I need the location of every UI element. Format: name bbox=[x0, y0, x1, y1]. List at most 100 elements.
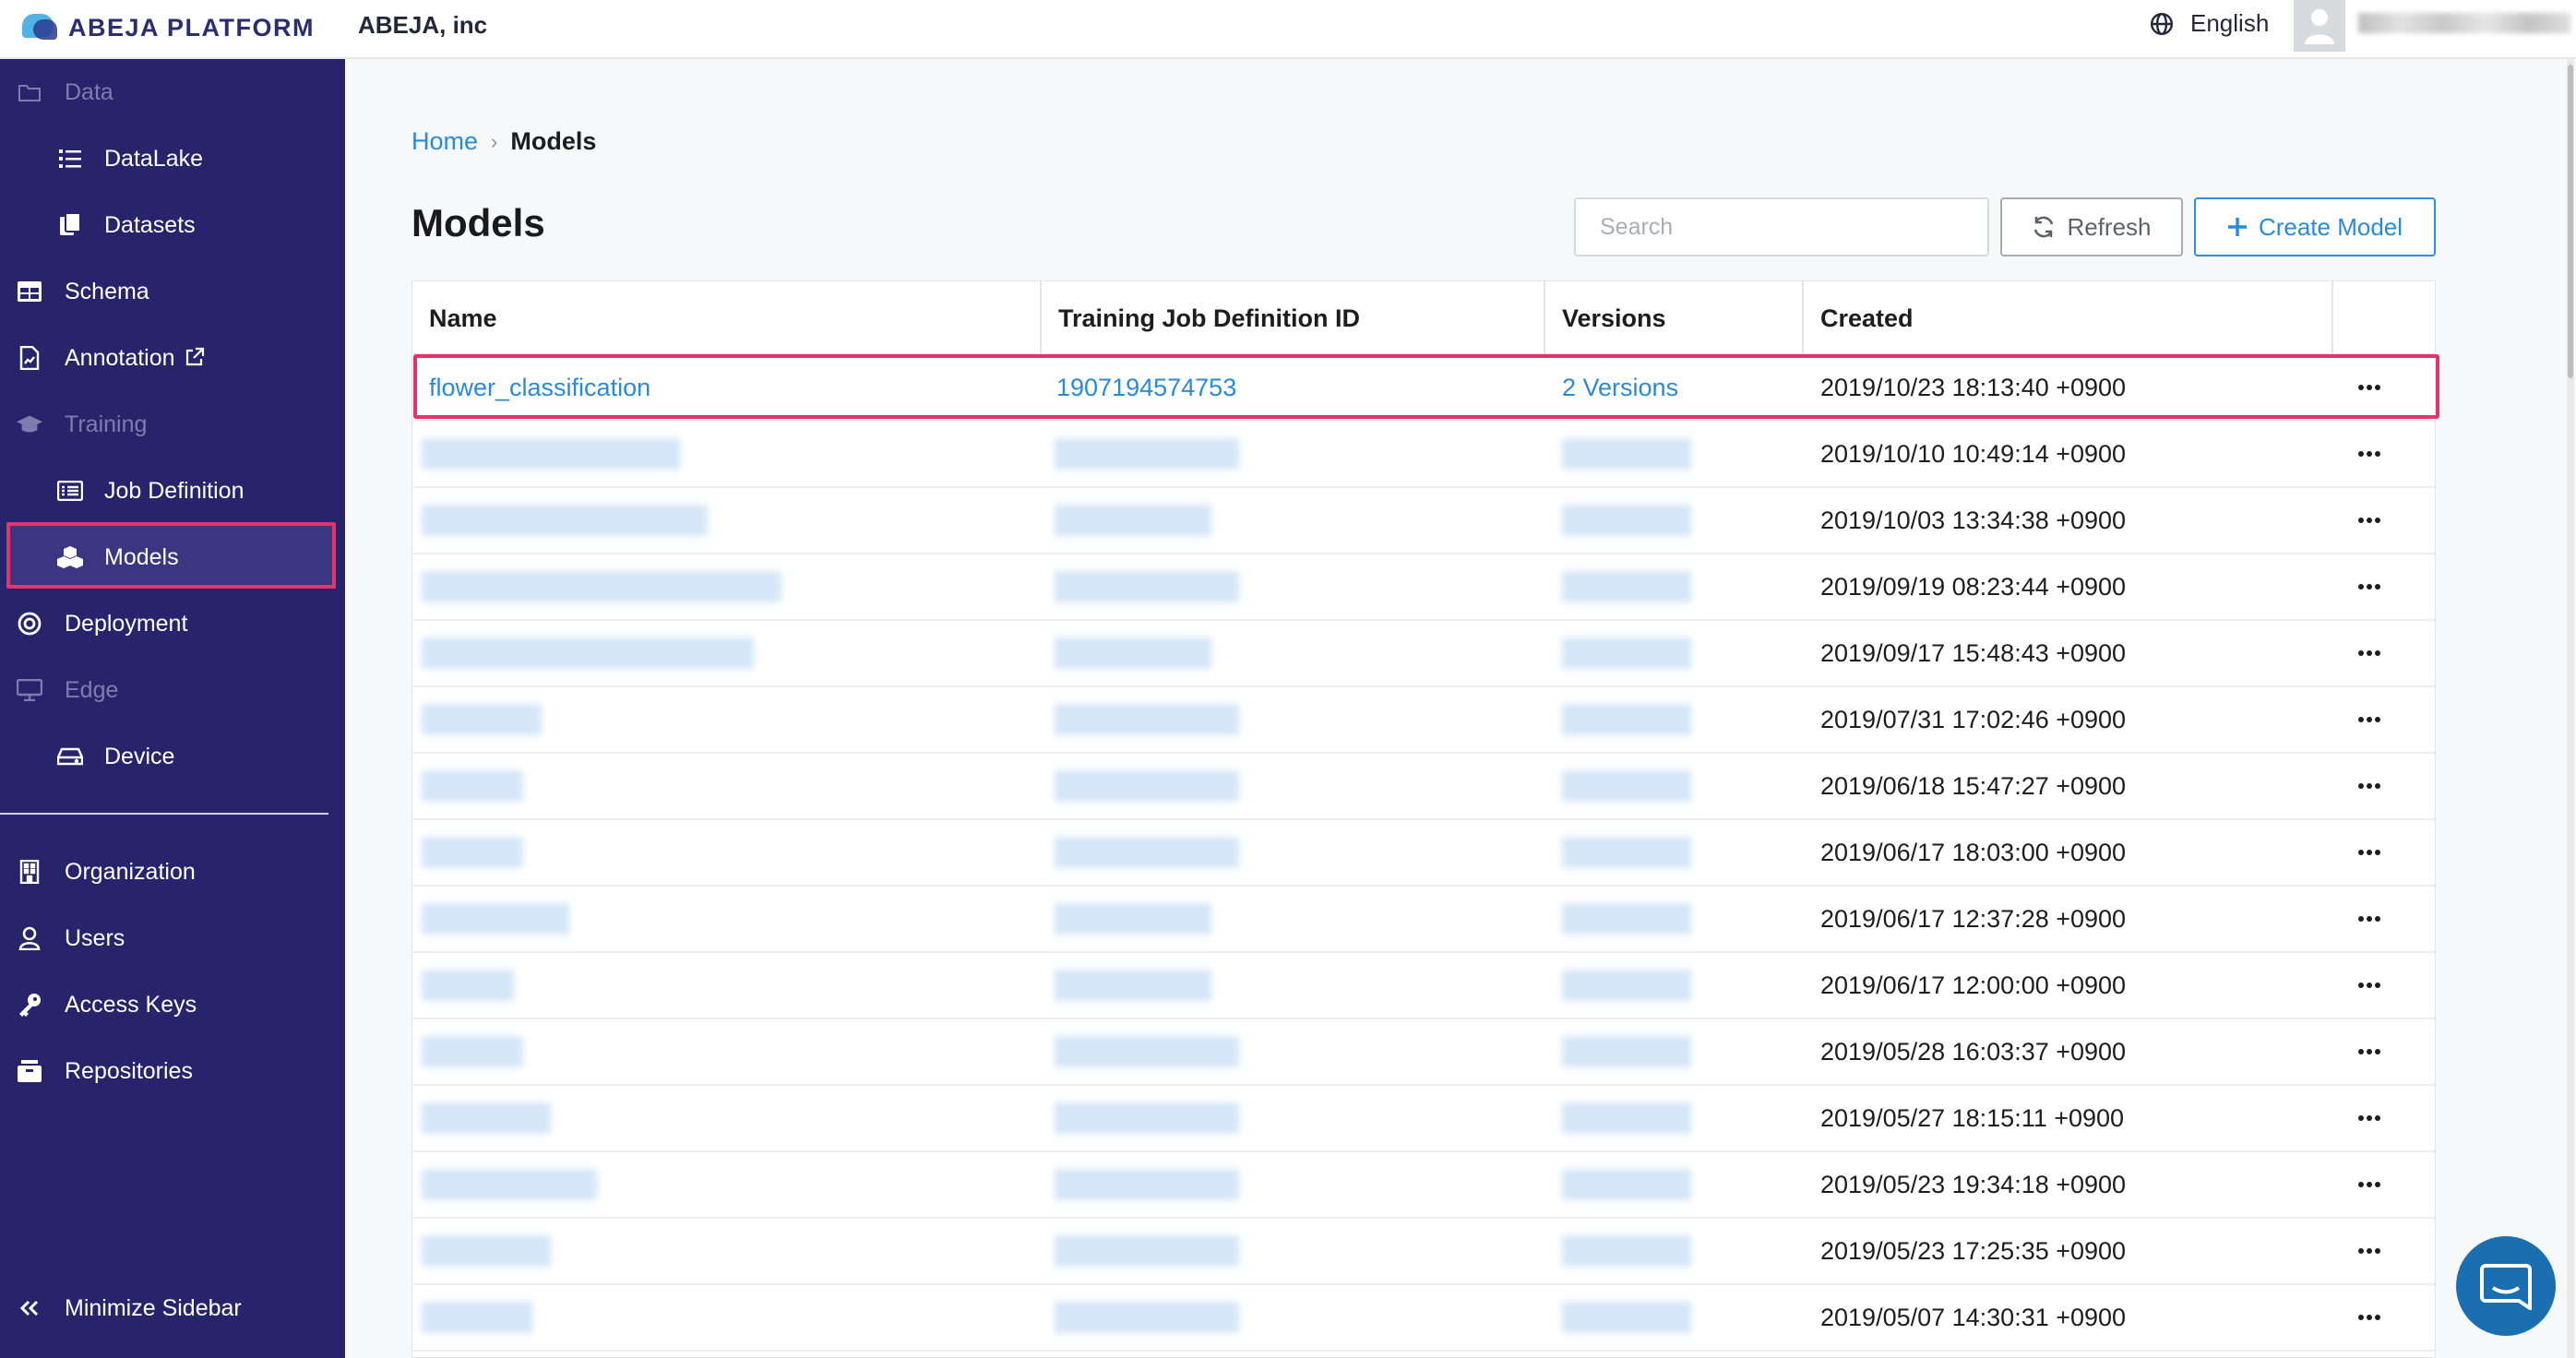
sidebar-item-users[interactable]: Users bbox=[0, 905, 345, 971]
redacted-model-name[interactable] bbox=[422, 637, 754, 669]
row-actions-button[interactable] bbox=[2346, 1086, 2392, 1150]
row-actions-button[interactable] bbox=[2346, 422, 2392, 486]
redacted-versions[interactable] bbox=[1562, 1302, 1691, 1333]
redacted-job-definition-id[interactable] bbox=[1055, 770, 1239, 802]
language-selector[interactable]: English bbox=[2150, 9, 2269, 38]
column-header-job-definition-id[interactable]: Training Job Definition ID bbox=[1058, 281, 1360, 355]
redacted-model-name[interactable] bbox=[422, 1102, 551, 1134]
redacted-job-definition-id[interactable] bbox=[1055, 1036, 1239, 1067]
row-actions-button[interactable] bbox=[2346, 754, 2392, 818]
breadcrumb-home-link[interactable]: Home bbox=[411, 127, 478, 156]
redacted-job-definition-id[interactable] bbox=[1055, 1169, 1239, 1200]
table-row[interactable]: 2019/09/19 08:23:44 +0900 bbox=[412, 554, 2435, 621]
column-header-name[interactable]: Name bbox=[429, 281, 497, 355]
table-row[interactable]: 2019/06/17 12:37:28 +0900 bbox=[412, 887, 2435, 953]
table-row[interactable]: 2019/05/07 14:30:31 +0900 bbox=[412, 1285, 2435, 1352]
row-actions-button[interactable] bbox=[2346, 488, 2392, 553]
redacted-model-name[interactable] bbox=[422, 970, 514, 1001]
sidebar-item-job-definition[interactable]: Job Definition bbox=[0, 458, 345, 524]
redacted-job-definition-id[interactable] bbox=[1055, 505, 1211, 536]
row-actions-button[interactable] bbox=[2346, 1019, 2392, 1084]
refresh-button[interactable]: Refresh bbox=[2000, 197, 2183, 256]
redacted-versions[interactable] bbox=[1562, 1036, 1691, 1067]
redacted-versions[interactable] bbox=[1562, 438, 1691, 470]
versions-link[interactable]: 2 Versions bbox=[1562, 355, 1678, 420]
table-row[interactable]: 2019/09/17 15:48:43 +0900 bbox=[412, 621, 2435, 687]
chat-launcher-button[interactable] bbox=[2456, 1236, 2556, 1336]
column-header-versions[interactable]: Versions bbox=[1562, 281, 1666, 355]
minimize-sidebar-button[interactable]: Minimize Sidebar bbox=[0, 1275, 345, 1341]
redacted-model-name[interactable] bbox=[422, 1302, 532, 1333]
row-actions-button[interactable] bbox=[2346, 621, 2392, 685]
redacted-versions[interactable] bbox=[1562, 770, 1691, 802]
redacted-versions[interactable] bbox=[1562, 1235, 1691, 1267]
table-row[interactable]: 2019/05/23 19:34:18 +0900 bbox=[412, 1152, 2435, 1219]
redacted-model-name[interactable] bbox=[422, 770, 523, 802]
redacted-job-definition-id[interactable] bbox=[1055, 837, 1239, 868]
row-actions-button[interactable] bbox=[2346, 1219, 2392, 1283]
table-row[interactable]: 2019/05/28 16:03:37 +0900 bbox=[412, 1019, 2435, 1086]
redacted-model-name[interactable] bbox=[422, 1036, 523, 1067]
redacted-versions[interactable] bbox=[1562, 1169, 1691, 1200]
redacted-job-definition-id[interactable] bbox=[1055, 903, 1211, 935]
sidebar-item-models[interactable]: Models bbox=[0, 524, 345, 590]
redacted-job-definition-id[interactable] bbox=[1055, 1102, 1239, 1134]
model-name-link[interactable]: flower_classification bbox=[429, 355, 650, 420]
sidebar-item-deployment[interactable]: Deployment bbox=[0, 590, 345, 657]
redacted-model-name[interactable] bbox=[422, 837, 523, 868]
sidebar-item-annotation[interactable]: Annotation bbox=[0, 325, 345, 391]
scrollbar-thumb[interactable] bbox=[2568, 65, 2573, 378]
row-actions-button[interactable] bbox=[2346, 953, 2392, 1018]
redacted-versions[interactable] bbox=[1562, 571, 1691, 602]
redacted-job-definition-id[interactable] bbox=[1055, 1235, 1239, 1267]
row-actions-button[interactable] bbox=[2346, 820, 2392, 885]
row-actions-button[interactable] bbox=[2346, 355, 2392, 420]
redacted-versions[interactable] bbox=[1562, 505, 1691, 536]
table-row[interactable]: 2019/05/27 18:15:11 +0900 bbox=[412, 1086, 2435, 1152]
abeja-logo[interactable]: ABEJA PLATFORM bbox=[20, 7, 315, 48]
row-actions-button[interactable] bbox=[2346, 1152, 2392, 1217]
redacted-job-definition-id[interactable] bbox=[1055, 970, 1211, 1001]
redacted-versions[interactable] bbox=[1562, 637, 1691, 669]
table-row[interactable]: 2019/07/31 17:02:46 +0900 bbox=[412, 687, 2435, 754]
row-actions-button[interactable] bbox=[2346, 1285, 2392, 1350]
column-header-created[interactable]: Created bbox=[1820, 281, 1914, 355]
sidebar-item-datasets[interactable]: Datasets bbox=[0, 192, 345, 258]
redacted-job-definition-id[interactable] bbox=[1055, 637, 1211, 669]
row-actions-button[interactable] bbox=[2346, 687, 2392, 752]
redacted-model-name[interactable] bbox=[422, 1235, 551, 1267]
table-row[interactable]: 2019/05/23 17:25:35 +0900 bbox=[412, 1219, 2435, 1285]
table-row[interactable]: 2019/06/18 15:47:27 +0900 bbox=[412, 754, 2435, 820]
row-actions-button[interactable] bbox=[2346, 554, 2392, 619]
redacted-model-name[interactable] bbox=[422, 903, 569, 935]
user-name-redacted[interactable] bbox=[2358, 13, 2570, 33]
sidebar-item-device[interactable]: Device bbox=[0, 723, 345, 790]
redacted-job-definition-id[interactable] bbox=[1055, 704, 1239, 735]
redacted-model-name[interactable] bbox=[422, 438, 680, 470]
organization-name[interactable]: ABEJA, inc bbox=[358, 11, 487, 40]
table-row[interactable]: 2019/10/10 10:49:14 +0900 bbox=[412, 422, 2435, 488]
redacted-versions[interactable] bbox=[1562, 837, 1691, 868]
redacted-versions[interactable] bbox=[1562, 704, 1691, 735]
sidebar-item-organization[interactable]: Organization bbox=[0, 839, 345, 905]
row-actions-button[interactable] bbox=[2346, 887, 2392, 951]
page-scrollbar[interactable] bbox=[2567, 59, 2574, 1358]
redacted-versions[interactable] bbox=[1562, 1102, 1691, 1134]
redacted-job-definition-id[interactable] bbox=[1055, 438, 1239, 470]
sidebar-item-repositories[interactable]: Repositories bbox=[0, 1038, 345, 1104]
redacted-versions[interactable] bbox=[1562, 970, 1691, 1001]
table-row[interactable]: flower_classification 1907194574753 2 Vers… bbox=[412, 355, 2435, 422]
redacted-job-definition-id[interactable] bbox=[1055, 571, 1239, 602]
sidebar-item-schema[interactable]: Schema bbox=[0, 258, 345, 325]
redacted-model-name[interactable] bbox=[422, 505, 708, 536]
table-row[interactable]: 2019/06/17 18:03:00 +0900 bbox=[412, 820, 2435, 887]
create-model-button[interactable]: Create Model bbox=[2194, 197, 2436, 256]
sidebar-item-datalake[interactable]: DataLake bbox=[0, 125, 345, 192]
avatar[interactable] bbox=[2294, 0, 2345, 52]
redacted-model-name[interactable] bbox=[422, 1169, 597, 1200]
redacted-versions[interactable] bbox=[1562, 903, 1691, 935]
redacted-model-name[interactable] bbox=[422, 571, 781, 602]
table-row[interactable]: 2019/06/17 12:00:00 +0900 bbox=[412, 953, 2435, 1019]
sidebar-item-access-keys[interactable]: Access Keys bbox=[0, 971, 345, 1038]
job-definition-id-link[interactable]: 1907194574753 bbox=[1056, 355, 1236, 420]
